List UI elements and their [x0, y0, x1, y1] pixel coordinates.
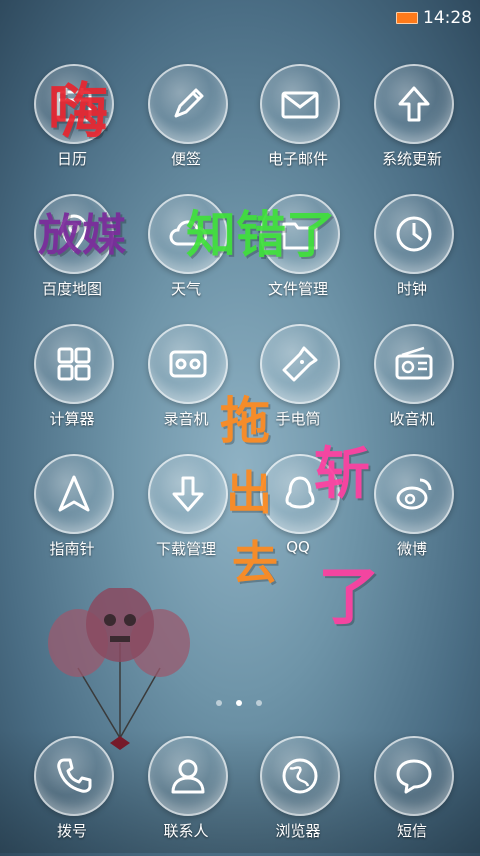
- status-bar: 14:28: [0, 0, 480, 34]
- weibo-icon: [374, 454, 454, 534]
- upload-arrow-icon: [374, 64, 454, 144]
- chat-bubble-icon: [374, 736, 454, 816]
- page-indicator: [216, 700, 266, 708]
- app-label: 时钟: [396, 280, 427, 298]
- download-arrow-icon: [148, 454, 228, 534]
- app-radio[interactable]: 收音机: [362, 324, 462, 444]
- app-label: 百度地图: [41, 280, 102, 298]
- overlay-text: 去: [232, 536, 278, 590]
- app-label: 联系人: [163, 822, 209, 840]
- app-label: 文件管理: [267, 280, 328, 298]
- compass-arrow-icon: [34, 454, 114, 534]
- page-dot[interactable]: [216, 700, 222, 706]
- app-label: 便签: [170, 150, 201, 168]
- overlay-text: 放媒: [38, 210, 126, 261]
- app-download-manager[interactable]: 下载管理: [136, 454, 236, 574]
- app-label: 天气: [170, 280, 201, 298]
- tape-recorder-icon: [148, 324, 228, 404]
- dock-messages[interactable]: 短信: [362, 736, 462, 856]
- envelope-icon: [260, 64, 340, 144]
- app-label: 指南针: [49, 540, 95, 558]
- app-label: 电子邮件: [267, 150, 328, 168]
- dock-phone[interactable]: 拨号: [22, 736, 122, 856]
- app-clock[interactable]: 时钟: [362, 194, 462, 314]
- dock-browser[interactable]: 浏览器: [248, 736, 348, 856]
- radio-icon: [374, 324, 454, 404]
- app-label: 收音机: [389, 410, 435, 428]
- overlay-text: 出: [226, 466, 272, 520]
- page-dot[interactable]: [256, 700, 262, 706]
- app-label: 计算器: [49, 410, 95, 428]
- calculator-icon: [34, 324, 114, 404]
- overlay-text: 拖: [220, 391, 270, 450]
- battery-icon: [396, 12, 418, 24]
- app-label: 拨号: [56, 822, 87, 840]
- app-weibo[interactable]: 微博: [362, 454, 462, 574]
- app-email[interactable]: 电子邮件: [248, 64, 348, 184]
- overlay-text: 知错了: [186, 205, 336, 264]
- app-label: 微博: [396, 540, 427, 558]
- status-time: 14:28: [423, 8, 472, 28]
- app-label: 浏览器: [275, 822, 321, 840]
- overlay-text: 斩: [314, 441, 370, 507]
- app-label: 系统更新: [381, 150, 442, 168]
- overlay-text: 了: [318, 560, 381, 633]
- app-calculator[interactable]: 计算器: [22, 324, 122, 444]
- flashlight-icon: [260, 324, 340, 404]
- app-label: 短信: [396, 822, 427, 840]
- globe-icon: [260, 736, 340, 816]
- page-dot-active[interactable]: [236, 700, 242, 706]
- clock-icon: [374, 194, 454, 274]
- app-label: 日历: [56, 150, 87, 168]
- app-label: 下载管理: [155, 540, 216, 558]
- pencil-icon: [148, 64, 228, 144]
- app-compass[interactable]: 指南针: [22, 454, 122, 574]
- overlay-text: 嗨: [48, 77, 108, 147]
- app-notes[interactable]: 便签: [136, 64, 236, 184]
- person-icon: [148, 736, 228, 816]
- dock-contacts[interactable]: 联系人: [136, 736, 236, 856]
- app-system-update[interactable]: 系统更新: [362, 64, 462, 184]
- phone-icon: [34, 736, 114, 816]
